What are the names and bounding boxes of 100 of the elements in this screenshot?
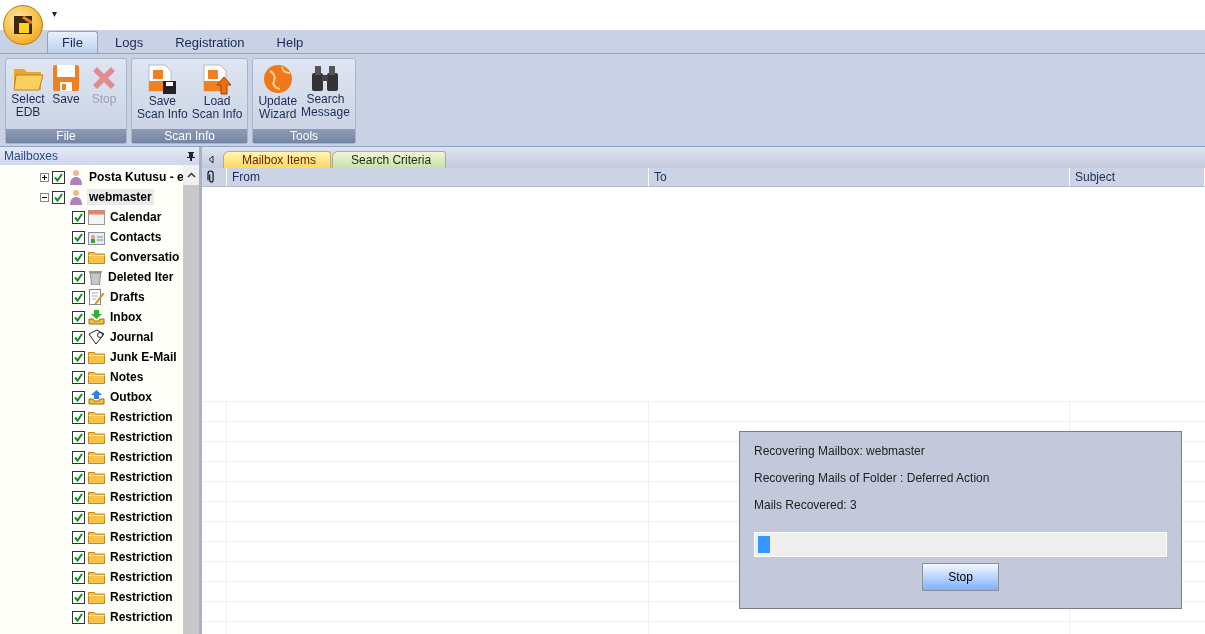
checked-checkbox[interactable] xyxy=(72,570,85,584)
calendar-icon xyxy=(88,209,105,225)
menu-tab[interactable]: Help xyxy=(261,31,319,53)
folder-label[interactable]: Junk E-Mail xyxy=(108,349,179,365)
checked-checkbox[interactable] xyxy=(72,350,85,364)
person-icon xyxy=(68,169,84,185)
inbox-tray-icon xyxy=(88,309,105,325)
collapse-icon[interactable] xyxy=(40,192,49,202)
left-arrow-icon[interactable] xyxy=(208,155,214,164)
quick-access-dropdown[interactable]: ▾ xyxy=(52,8,57,19)
folder-icon xyxy=(88,490,105,504)
checked-checkbox[interactable] xyxy=(72,310,85,324)
outbox-tray-icon xyxy=(88,389,105,405)
checked-checkbox[interactable] xyxy=(72,470,85,484)
document-floppy-icon xyxy=(146,63,179,95)
folder-label[interactable]: Restriction xyxy=(108,529,175,545)
content-tab[interactable]: Mailbox Items xyxy=(223,151,332,168)
checked-checkbox[interactable] xyxy=(72,230,85,244)
checked-checkbox[interactable] xyxy=(72,330,85,344)
menu-tab[interactable]: File xyxy=(47,31,98,53)
checked-checkbox[interactable] xyxy=(72,270,85,284)
folder-label[interactable]: Notes xyxy=(108,369,146,385)
ribbon-button[interactable]: Search Message xyxy=(299,61,352,127)
folder-label[interactable]: Restriction xyxy=(108,449,175,465)
expand-icon[interactable] xyxy=(40,172,49,182)
checked-checkbox[interactable] xyxy=(72,590,85,604)
folder-icon xyxy=(88,430,105,444)
document-pencil-icon xyxy=(88,289,105,305)
folder-label[interactable]: Inbox xyxy=(108,309,144,325)
pin-icon[interactable] xyxy=(187,151,195,161)
folder-icon xyxy=(88,450,105,464)
folder-label[interactable]: Deleted Iter xyxy=(106,269,176,285)
checked-checkbox[interactable] xyxy=(72,390,85,404)
folder-label[interactable]: Journal xyxy=(108,329,156,345)
checked-checkbox[interactable] xyxy=(72,250,85,264)
folder-label[interactable]: Restriction xyxy=(108,609,175,625)
checked-checkbox[interactable] xyxy=(72,430,85,444)
folder-icon xyxy=(88,410,105,424)
folder-label[interactable]: Outbox xyxy=(108,389,154,405)
mailbox-label[interactable]: Posta Kutusu - e xyxy=(87,169,183,185)
checked-checkbox[interactable] xyxy=(72,290,85,304)
folder-label[interactable]: Restriction xyxy=(108,429,175,445)
menu-tab[interactable]: Registration xyxy=(160,31,260,53)
ribbon-group-title: Scan Info xyxy=(132,129,248,143)
folder-label[interactable]: Restriction xyxy=(108,569,175,585)
checked-checkbox[interactable] xyxy=(72,490,85,504)
folder-icon xyxy=(88,250,105,264)
checked-checkbox[interactable] xyxy=(72,510,85,524)
folder-label[interactable]: Restriction xyxy=(108,469,175,485)
folder-label[interactable]: Restriction xyxy=(108,509,175,525)
status-text: Recovering Mailbox: webmaster xyxy=(754,444,926,460)
table-header-cell[interactable]: From xyxy=(227,168,649,187)
folder-label[interactable]: Conversatio xyxy=(108,249,182,265)
table-header-cell[interactable] xyxy=(202,168,227,187)
status-text: Mails Recovered: 3 xyxy=(754,498,858,514)
checked-checkbox[interactable] xyxy=(72,410,85,424)
folder-icon xyxy=(88,590,105,604)
status-text: Recovering Mails of Folder : Deferred Action xyxy=(754,471,991,487)
content-tab[interactable]: Search Criteria xyxy=(332,151,447,168)
ribbon-button[interactable]: Save Scan Info xyxy=(135,61,190,127)
ribbon-button[interactable]: Save xyxy=(47,61,85,127)
table-header-cell[interactable]: Subject xyxy=(1070,168,1205,187)
app-menu-button[interactable] xyxy=(3,5,43,45)
contact-card-icon xyxy=(88,229,105,245)
ribbon-button[interactable]: Load Scan Info xyxy=(189,61,245,127)
stop-button[interactable]: Stop xyxy=(922,563,999,591)
scrollbar[interactable] xyxy=(183,165,199,634)
ribbon-button[interactable]: Update Wizard xyxy=(256,61,300,127)
checked-checkbox[interactable] xyxy=(72,370,85,384)
folder-icon xyxy=(88,350,105,364)
folder-icon xyxy=(88,610,105,624)
checked-checkbox[interactable] xyxy=(72,450,85,464)
app-logo-icon xyxy=(11,13,35,37)
globe-icon xyxy=(261,63,294,95)
checked-checkbox[interactable] xyxy=(52,190,65,204)
folder-icon xyxy=(88,570,105,584)
folder-label[interactable]: Contacts xyxy=(108,229,164,245)
folder-label[interactable]: Restriction xyxy=(108,589,175,605)
table-header-cell[interactable]: To xyxy=(649,168,1070,187)
ribbon-button[interactable]: Select EDB xyxy=(9,61,47,127)
scroll-up-icon[interactable] xyxy=(186,172,196,178)
ribbon-group-title: File xyxy=(6,129,126,143)
checked-checkbox[interactable] xyxy=(72,530,85,544)
folder-label[interactable]: Restriction xyxy=(108,489,175,505)
checked-checkbox[interactable] xyxy=(52,170,65,184)
panel-title: Mailboxes xyxy=(4,149,59,163)
folder-label[interactable]: Drafts xyxy=(108,289,147,305)
folder-label[interactable]: Calendar xyxy=(108,209,164,225)
folder-icon xyxy=(88,550,105,564)
folder-icon xyxy=(88,370,105,384)
menu-tab[interactable]: Logs xyxy=(99,31,159,53)
folder-label[interactable]: Restriction xyxy=(108,549,175,565)
document-up-arrow-icon xyxy=(201,63,234,95)
checked-checkbox[interactable] xyxy=(72,210,85,224)
folder-icon xyxy=(88,530,105,544)
ribbon-group-title: Tools xyxy=(253,129,355,143)
checked-checkbox[interactable] xyxy=(72,550,85,564)
checked-checkbox[interactable] xyxy=(72,610,85,624)
mailbox-label[interactable]: webmaster xyxy=(87,189,154,205)
folder-label[interactable]: Restriction xyxy=(108,409,175,425)
